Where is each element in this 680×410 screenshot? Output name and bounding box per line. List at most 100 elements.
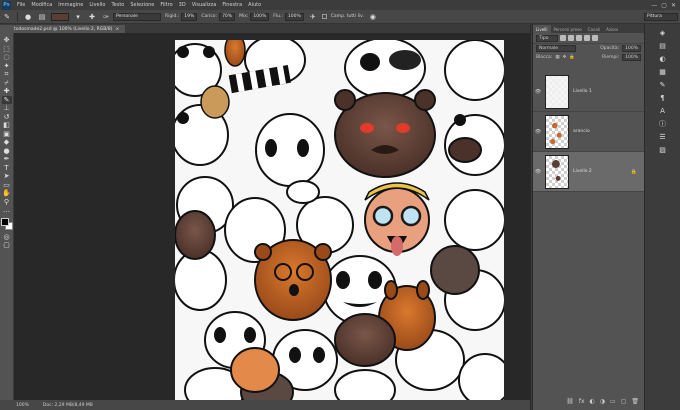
menu-file[interactable]: File — [14, 2, 28, 8]
clone-stamp-icon[interactable]: ⊥ — [2, 104, 12, 113]
filter-smart-icon[interactable] — [592, 35, 598, 41]
new-layer-icon[interactable]: ▢ — [621, 398, 627, 408]
tab-azioni[interactable]: Azioni — [603, 25, 621, 33]
menu-finestra[interactable]: Finestra — [219, 2, 245, 8]
menu-modifica[interactable]: Modifica — [28, 2, 55, 8]
link-layers-icon[interactable]: ⛓ — [566, 398, 574, 408]
brush-tool-icon[interactable]: ✎ — [1, 95, 12, 104]
filter-shape-icon[interactable] — [584, 35, 590, 41]
info-icon[interactable]: ⓘ — [658, 119, 667, 128]
lasso-tool-icon[interactable]: ◌ — [2, 53, 12, 62]
tab-livelli[interactable]: Livelli — [533, 25, 551, 33]
airbrush-icon[interactable]: ✈ — [308, 12, 318, 22]
visibility-eye-icon[interactable]: 👁 — [533, 129, 543, 135]
close-button[interactable]: ✕ — [671, 2, 676, 9]
add-mask-icon[interactable]: ◐ — [590, 398, 595, 408]
mixer-brush-icon[interactable]: ✑ — [101, 12, 111, 22]
layers-panel-icon[interactable]: ◈ — [658, 28, 667, 37]
brush-settings-icon[interactable]: ✎ — [658, 80, 667, 89]
color-swatches[interactable] — [0, 217, 13, 230]
blur-tool-icon[interactable]: ◆ — [2, 138, 12, 147]
pen-tool-icon[interactable]: ✒ — [2, 155, 12, 164]
path-select-icon[interactable]: ➤ — [2, 172, 12, 181]
pressure-icon[interactable]: ◉ — [368, 12, 378, 22]
clean-brush-icon[interactable]: ✚ — [87, 12, 97, 22]
layer-row[interactable]: 👁 Livello 1 — [533, 72, 645, 112]
menu-testo[interactable]: Testo — [108, 2, 127, 8]
visibility-eye-icon[interactable]: 👁 — [533, 169, 543, 175]
paragraph-icon[interactable]: ¶ — [658, 93, 667, 102]
shape-tool-icon[interactable]: ▭ — [2, 181, 12, 190]
layer-row[interactable]: 👁 arancio — [533, 112, 645, 152]
brush-tool-icon[interactable]: ✎ — [2, 12, 12, 22]
quick-select-icon[interactable]: ✦ — [2, 62, 12, 71]
lock-position-icon[interactable]: ✥ — [563, 55, 567, 60]
history-icon[interactable]: ▤ — [658, 41, 667, 50]
more-tools-icon[interactable]: … — [2, 206, 12, 215]
blend-preset-select[interactable]: Personale — [113, 12, 161, 21]
adjustment-layer-icon[interactable]: ◑ — [600, 398, 605, 408]
eraser-tool-icon[interactable]: ◧ — [2, 121, 12, 130]
eyedropper-icon[interactable]: ⌿ — [2, 79, 12, 88]
screen-mode-icon[interactable]: ▢ — [2, 241, 12, 250]
layer-style-icon[interactable]: fx — [579, 398, 585, 408]
menu-aiuto[interactable]: Aiuto — [245, 2, 264, 8]
history-brush-icon[interactable]: ↺ — [2, 113, 12, 122]
menu-selezione[interactable]: Selezione — [127, 2, 157, 8]
dodge-tool-icon[interactable]: ● — [2, 147, 12, 156]
blend-mode-select[interactable]: Normale — [536, 45, 576, 52]
brush-panel-icon[interactable]: ▤ — [37, 12, 47, 22]
wet-field[interactable]: 19% — [181, 12, 198, 21]
hand-tool-icon[interactable]: ✋ — [2, 189, 12, 198]
minimize-button[interactable]: — — [651, 2, 657, 9]
new-group-icon[interactable]: ▭ — [610, 398, 616, 408]
adjustments-icon[interactable]: ◐ — [658, 54, 667, 63]
filter-type-icon[interactable] — [576, 35, 582, 41]
load-field[interactable]: 70% — [219, 12, 236, 21]
lock-all-icon[interactable]: 🔒 — [569, 55, 575, 60]
tab-close-icon[interactable]: × — [115, 27, 119, 32]
menu-3d[interactable]: 3D — [176, 2, 189, 8]
marquee-tool-icon[interactable]: ⬚ — [2, 45, 12, 54]
zoom-tool-icon[interactable]: ⚲ — [2, 198, 12, 207]
mix-field[interactable]: 100% — [250, 12, 270, 21]
menu-livello[interactable]: Livello — [86, 2, 108, 8]
type-tool-icon[interactable]: T — [2, 164, 12, 173]
sample-all-checkbox[interactable] — [321, 14, 327, 19]
workspace-select[interactable]: Pittura — [644, 12, 678, 21]
load-brush-icon[interactable]: ▾ — [73, 12, 83, 22]
properties-icon[interactable]: ☰ — [658, 132, 667, 141]
opacity-field[interactable]: 100% — [622, 45, 641, 52]
fill-field[interactable]: 100% — [622, 54, 641, 61]
healing-brush-icon[interactable]: ✚ — [2, 87, 12, 96]
move-tool-icon[interactable]: ✥ — [2, 36, 12, 45]
current-color-swatch[interactable] — [51, 12, 69, 21]
foreground-color[interactable] — [0, 217, 9, 226]
lock-pixels-icon[interactable]: ▦ — [555, 55, 559, 60]
quick-mask-icon[interactable]: ◎ — [2, 233, 12, 242]
visibility-eye-icon[interactable]: 👁 — [533, 89, 543, 95]
crop-tool-icon[interactable]: ⌗ — [2, 70, 12, 79]
document-tab[interactable]: todosmade2.psd @ 100% (Livello 2, RGB/8)… — [0, 25, 126, 33]
menu-filtro[interactable]: Filtro — [157, 2, 175, 8]
menu-immagine[interactable]: Immagine — [55, 2, 86, 8]
delete-layer-icon[interactable]: 🗑 — [631, 398, 639, 408]
styles-icon[interactable]: ▨ — [658, 145, 667, 154]
tab-canali[interactable]: Canali — [585, 25, 603, 33]
layer-row[interactable]: 👁 Livello 2 🔒 — [533, 152, 645, 192]
tab-percorsi[interactable]: Percorsi prese — [551, 25, 585, 33]
zoom-level[interactable]: 100% — [16, 403, 29, 408]
document-size[interactable]: Doc: 2,29 MB/8,49 MB — [43, 403, 93, 408]
character-icon[interactable]: A — [658, 106, 667, 115]
brush-preset-icon[interactable]: ● — [23, 12, 33, 22]
flow-field[interactable]: 100% — [284, 12, 304, 21]
photoshop-window: Ps File Modifica Immagine Livello Testo … — [0, 0, 680, 410]
swatches-icon[interactable]: ▦ — [658, 67, 667, 76]
menu-visualizza[interactable]: Visualizza — [189, 2, 220, 8]
gradient-tool-icon[interactable]: ▣ — [2, 130, 12, 139]
maximize-button[interactable]: ▢ — [661, 2, 667, 9]
filter-adjust-icon[interactable] — [568, 35, 574, 41]
filter-kind-select[interactable]: Tipo — [536, 34, 558, 42]
document-canvas[interactable] — [175, 40, 504, 400]
filter-pixel-icon[interactable] — [560, 35, 566, 41]
